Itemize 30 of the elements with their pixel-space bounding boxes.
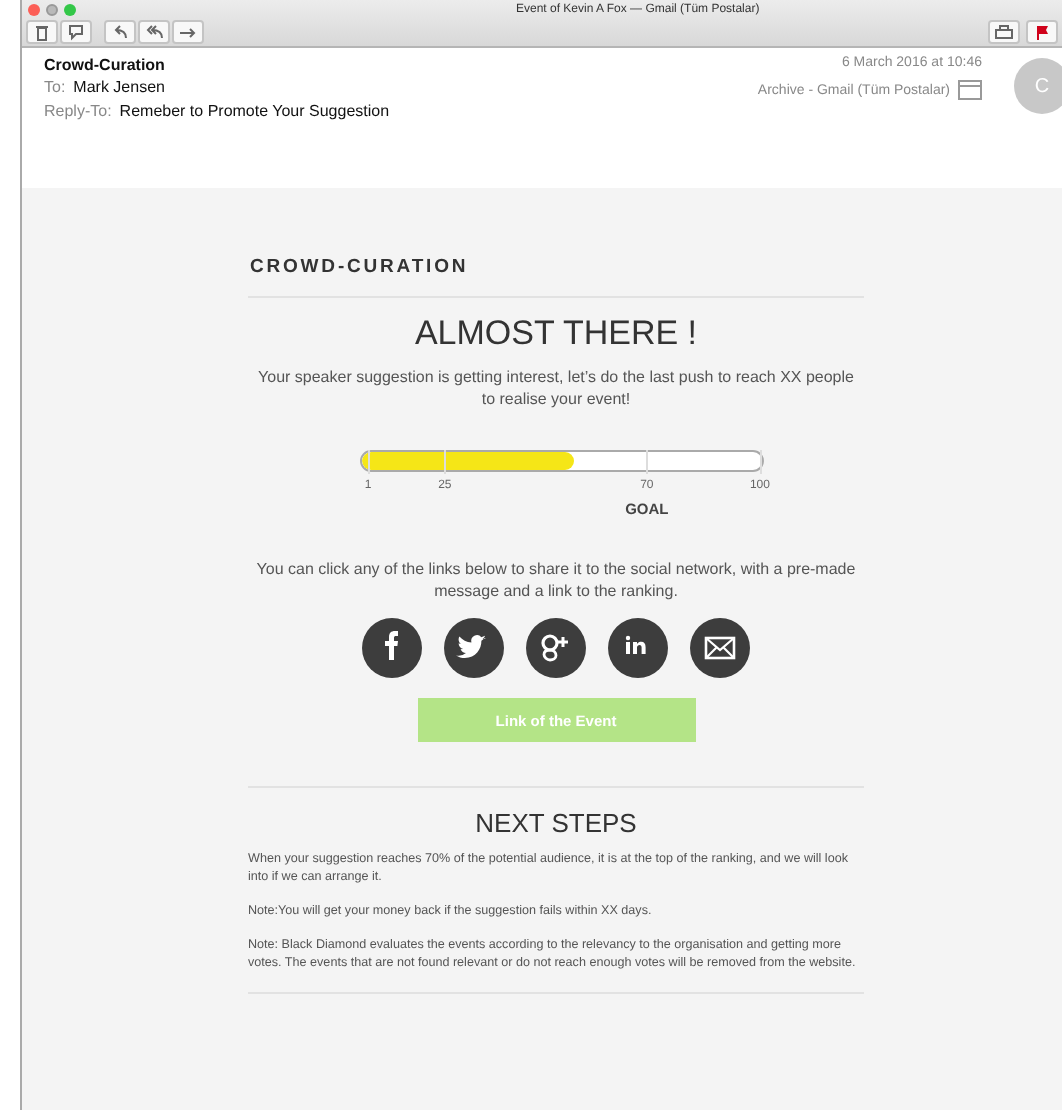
print-icon (994, 23, 1014, 41)
linkedin-icon[interactable] (608, 618, 668, 678)
email-icon[interactable] (690, 618, 750, 678)
reply-icon (110, 23, 130, 41)
flag-button[interactable] (1026, 20, 1058, 44)
brand-title: CROWD-CURATION (248, 256, 471, 278)
forward-button[interactable] (172, 20, 204, 44)
facebook-icon[interactable] (362, 618, 422, 678)
section-heading: NEXT STEPS (473, 808, 639, 838)
trash-button[interactable] (26, 20, 58, 44)
intro-text: Your speaker suggestion is getting interest, let’s do the last push to reach XX people to realise your event! (256, 366, 856, 410)
share-text: You can click any of the links below to share it to the social network, with a pre-made message and a link to the ranking. (254, 558, 858, 602)
recipient-name: Mark Jensen (73, 78, 165, 96)
junk-button[interactable] (60, 20, 92, 44)
forward-icon (178, 23, 198, 41)
reply-to-value: Remeber to Promote Your Suggestion (119, 102, 390, 120)
reply-button[interactable] (104, 20, 136, 44)
close-button[interactable] (28, 4, 40, 16)
twitter-icon[interactable] (444, 618, 504, 678)
trash-icon (32, 23, 52, 41)
sender-name: Crowd-Curation (44, 56, 167, 74)
heading: ALMOST THERE ! (412, 314, 700, 354)
google-plus-icon[interactable] (526, 618, 586, 678)
reply-all-icon (144, 23, 164, 41)
folder-icon (958, 80, 982, 100)
reply-all-button[interactable] (138, 20, 170, 44)
field-label: To: (44, 78, 66, 96)
field-label: Reply-To: (44, 102, 112, 120)
print-button[interactable] (988, 20, 1020, 44)
flag-icon (1032, 23, 1052, 41)
